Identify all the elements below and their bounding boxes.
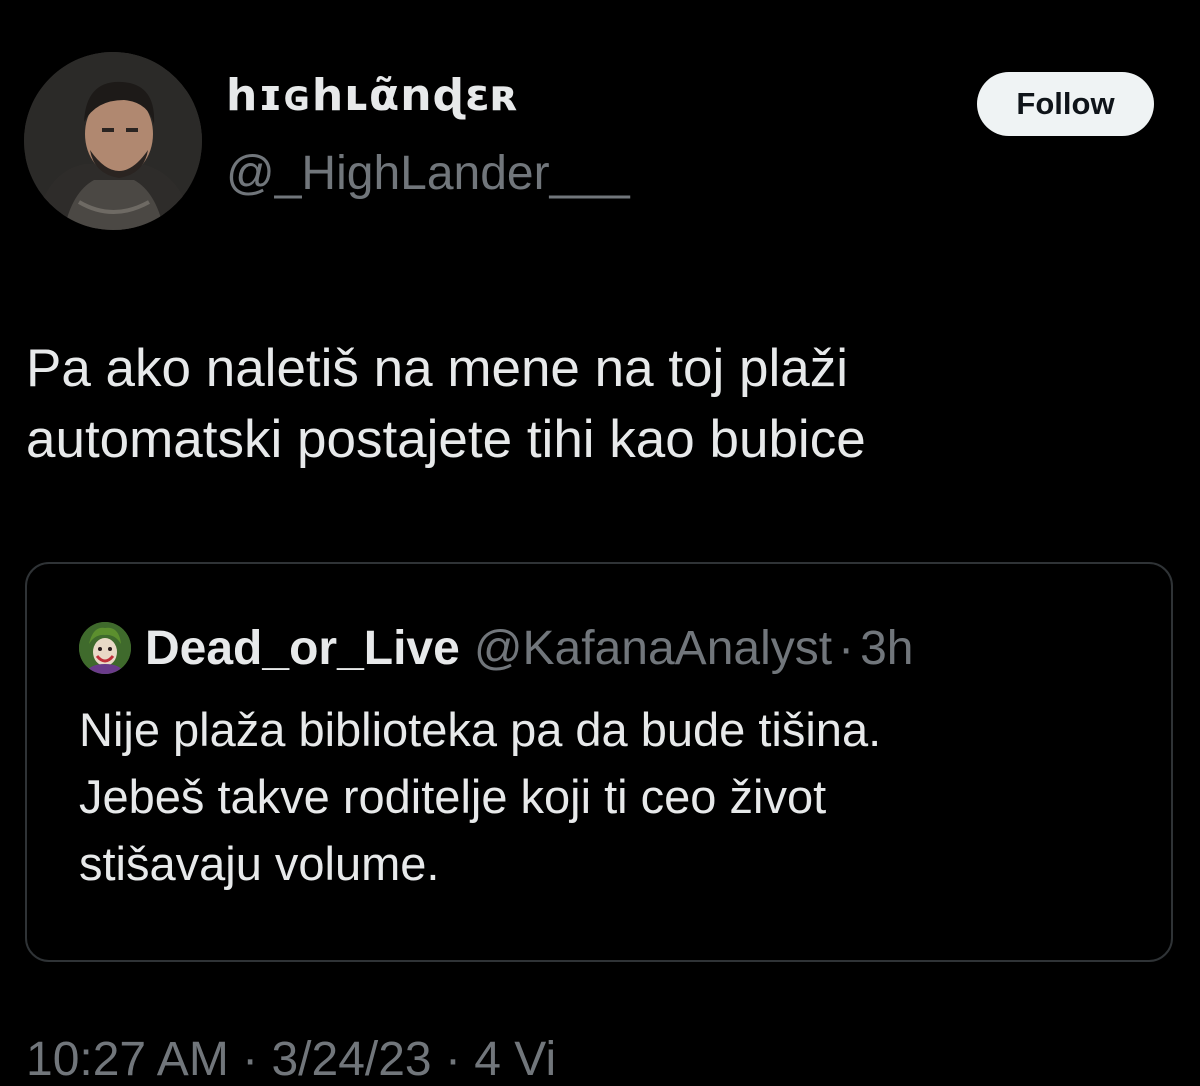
author-handle[interactable]: @_HighLander___: [226, 150, 630, 198]
separator-dot: ·: [838, 621, 855, 675]
quoted-author-handle[interactable]: @KafanaAnalyst: [474, 621, 832, 676]
tweet-text-line: automatski postajete tihi kao bubice: [26, 410, 866, 469]
quoted-tweet-text: Nije plaža biblioteka pa da bude tišina.…: [79, 696, 881, 897]
tweet-timestamp-meta[interactable]: 10:27 AM · 3/24/23 · 4 Vi: [26, 1036, 556, 1084]
author-display-name[interactable]: hɪɢhʟᾶnɖɛʀ: [226, 74, 520, 118]
quoted-tweet-timestamp[interactable]: 3h: [860, 621, 913, 676]
quoted-author-name[interactable]: Dead_or_Live: [145, 621, 460, 676]
quoted-tweet-line: Nije plaža biblioteka pa da bude tišina.: [79, 703, 882, 756]
author-avatar[interactable]: [24, 52, 202, 230]
tweet-text: Pa ako naletiš na mene na toj plaži auto…: [26, 333, 1176, 475]
quoted-tweet-line: Jebeš takve roditelje koji ti ceo život: [79, 770, 827, 823]
follow-button[interactable]: Follow: [977, 72, 1154, 136]
quoted-tweet-line: stišavaju volume.: [79, 837, 440, 890]
quoted-author-avatar[interactable]: [79, 622, 131, 674]
tweet-text-line: Pa ako naletiš na mene na toj plaži: [26, 339, 849, 398]
quoted-tweet-header: Dead_or_Live @KafanaAnalyst · 3h: [79, 618, 913, 678]
quoted-tweet-card[interactable]: Dead_or_Live @KafanaAnalyst · 3h Nije pl…: [25, 562, 1173, 962]
joker-avatar-icon: [79, 622, 131, 674]
profile-photo-icon: [24, 52, 202, 230]
